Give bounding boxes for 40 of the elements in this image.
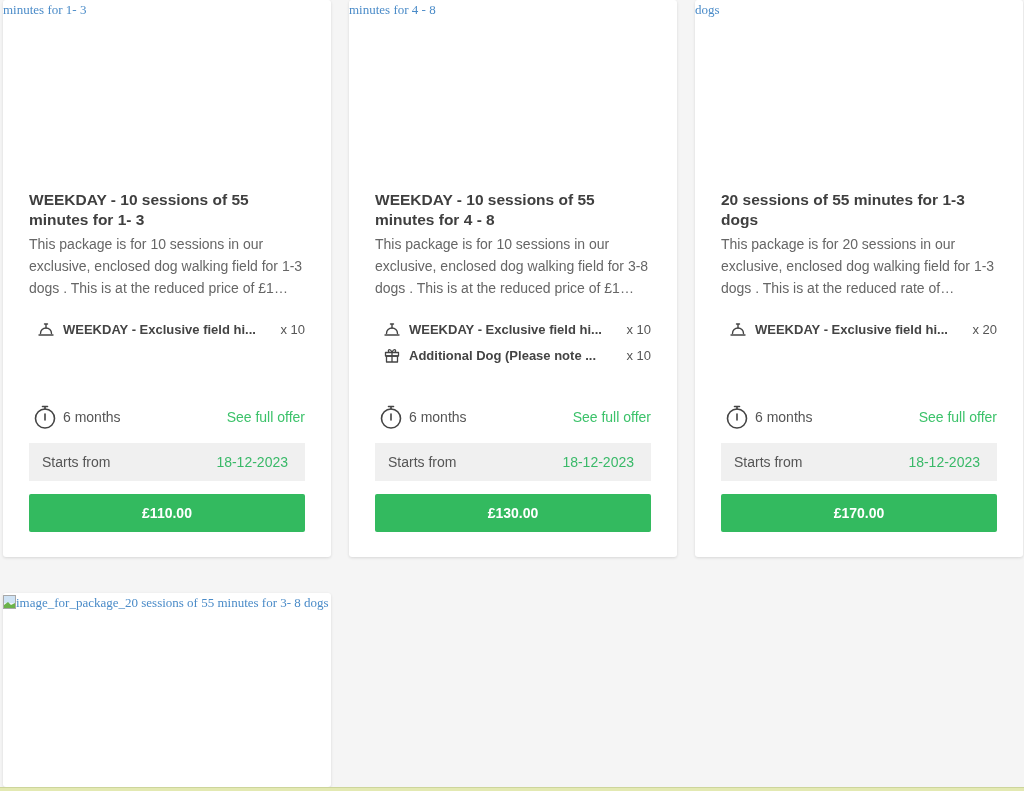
item-quantity: x 10 [280, 321, 305, 337]
image-alt-text: image_for_package_20 sessions of 55 minutes for 3- 8 dogs [16, 595, 329, 610]
see-full-offer-link[interactable]: See full offer [226, 409, 305, 425]
start-date: 18-12-2023 [216, 454, 288, 470]
price-button[interactable]: £170.00 [721, 494, 997, 532]
item-name: WEEKDAY - Exclusive field hi... [409, 321, 603, 337]
duration-text: 6 months [409, 409, 468, 425]
start-label: Starts from [42, 454, 111, 470]
stopwatch-icon [33, 405, 57, 429]
image-alt-text: minutes for 4 - 8 [349, 2, 436, 17]
bell-icon [730, 321, 746, 337]
bell-icon [384, 321, 400, 337]
start-date: 18-12-2023 [562, 454, 634, 470]
duration-text: 6 months [63, 409, 122, 425]
start-label: Starts from [734, 454, 803, 470]
package-title: WEEKDAY - 10 sessions of 55 minutes for 4 - 8 [375, 190, 596, 230]
image-alt-text: minutes for 1- 3 [3, 2, 87, 17]
start-date: 18-12-2023 [908, 454, 980, 470]
item-quantity: x 10 [626, 321, 651, 337]
item-quantity: x 20 [972, 321, 997, 337]
stopwatch-icon [725, 405, 749, 429]
package-title: 20 sessions of 55 minutes for 1-3 dogs [721, 190, 966, 230]
item-name: WEEKDAY - Exclusive field hi... [63, 321, 257, 337]
bell-icon [38, 321, 54, 337]
item-quantity: x 10 [626, 347, 651, 363]
item-name: WEEKDAY - Exclusive field hi... [755, 321, 949, 337]
duration-text: 6 months [755, 409, 814, 425]
package-description: This package is for 10 sessions in our exclusive, enclosed dog walking field for 3-8 dogs . This is at the reduced price of £1… [375, 235, 650, 298]
package-description: This package is for 10 sessions in our exclusive, enclosed dog walking field for 1-3 dogs . This is at the reduced price of £1… [29, 235, 304, 298]
item-name: Additional Dog (Please note ... [409, 347, 598, 363]
see-full-offer-link[interactable]: See full offer [572, 409, 651, 425]
package-description: This package is for 20 sessions in our exclusive, enclosed dog walking field for 1-3 dogs . This is at the reduced rate of… [721, 235, 996, 298]
price-button[interactable]: £130.00 [375, 494, 651, 532]
package-title: WEEKDAY - 10 sessions of 55 minutes for 1- 3 [29, 190, 250, 230]
stopwatch-icon [379, 405, 403, 429]
image-alt-text: dogs [695, 2, 720, 17]
gift-icon [384, 347, 400, 363]
see-full-offer-link[interactable]: See full offer [918, 409, 997, 425]
start-label: Starts from [388, 454, 457, 470]
price-button[interactable]: £110.00 [29, 494, 305, 532]
